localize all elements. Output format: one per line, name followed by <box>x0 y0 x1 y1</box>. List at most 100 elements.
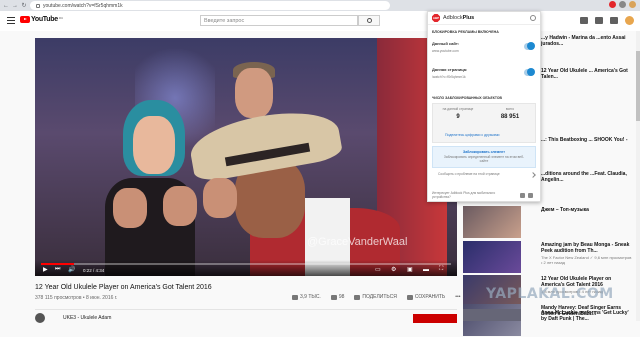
blocking-status: БЛОКИРОВКА РЕКЛАМЫ ВКЛЮЧЕНА <box>432 30 499 34</box>
like-count: 3,9 ТЫС. <box>300 294 321 300</box>
create-video-icon[interactable] <box>580 17 588 24</box>
save-label: СОХРАНИТЬ <box>414 294 446 300</box>
stat-total: всего 88 951 <box>485 107 535 120</box>
share-button[interactable]: ПОДЕЛИТЬСЯ <box>354 294 397 300</box>
video-thumbnail <box>463 241 521 273</box>
avatar[interactable] <box>625 16 634 25</box>
stat-on-page: на данной странице 9 <box>433 107 483 120</box>
list-item-title: 12 Year Old Ukulele ... America's Got Ta… <box>541 68 628 80</box>
back-icon[interactable]: ← <box>3 3 9 9</box>
this-page-value: /watch?v=fSr5qhmm1k <box>432 75 466 79</box>
url-text: youtube.com/watch?v=fSr5qhmm1k <box>43 2 123 9</box>
brand-prefix: Adblock <box>443 15 463 21</box>
miniplayer-icon[interactable]: ▣ <box>407 266 413 273</box>
dislike-count: 98 <box>338 294 345 300</box>
brand-suffix: Plus <box>462 15 475 21</box>
gear-icon[interactable] <box>530 15 536 21</box>
report-issue-link[interactable]: Сообщить о проблеме на этой странице <box>438 172 500 176</box>
person-hand <box>113 188 147 228</box>
thumb-down-icon <box>330 294 337 300</box>
thumb-up-icon <box>292 294 298 300</box>
save-icon <box>406 294 413 300</box>
share-label: ПОДЕЛИТЬСЯ <box>362 294 397 300</box>
profile-icon[interactable] <box>629 1 636 8</box>
list-item[interactable]: Amazing jam by Beau Monga - Sneak Peek a… <box>463 241 633 274</box>
google-play-icon[interactable] <box>528 193 533 198</box>
reload-icon[interactable]: ↻ <box>21 3 27 9</box>
mobile-promo: Интересует Adblock Plus для мобильного у… <box>432 191 496 199</box>
list-item-title: Anna McLuckie performs 'Get Lucky' by Da… <box>541 310 629 322</box>
forward-icon[interactable]: → <box>12 3 18 9</box>
page-toggle[interactable] <box>524 68 535 76</box>
player-controls: ▶ ⏭ 🔊 0:22 / 4:34 ▭ ⚙ ▣ ▬ ⛶ <box>35 260 457 276</box>
list-item[interactable]: Anna McLuckie performs 'Get Lucky' by Da… <box>463 309 633 322</box>
next-icon[interactable]: ⏭ <box>55 266 60 273</box>
youtube-header: YouTube RU Введите запрос <box>0 11 640 31</box>
youtube-logo[interactable]: YouTube RU <box>20 16 63 23</box>
apple-store-icon[interactable] <box>520 193 525 198</box>
fullscreen-icon[interactable]: ⛶ <box>439 266 443 273</box>
person-face <box>235 68 273 118</box>
site-toggle[interactable] <box>524 42 535 50</box>
menu-icon[interactable] <box>7 17 15 24</box>
channel-row: UKE3 - Ukulele Adam <box>35 309 457 323</box>
share-icon <box>354 294 361 300</box>
this-site-label: Данный сайт: <box>432 41 460 46</box>
video-player[interactable]: @GraceVanderWaal ▶ ⏭ 🔊 0:22 / 4:34 ▭ ⚙ ▣… <box>35 38 457 276</box>
save-button[interactable]: СОХРАНИТЬ <box>406 294 446 300</box>
blocked-count-header: ЧИСЛО ЗАБЛОКИРОВАННЫХ ОБЪЕКТОВ <box>432 96 502 100</box>
channel-avatar[interactable] <box>35 313 45 323</box>
block-element-button[interactable]: Заблокировать элемент Заблокировать опре… <box>432 146 536 168</box>
channel-name[interactable]: UKE3 - Ukulele Adam <box>63 315 111 321</box>
notifications-icon[interactable] <box>610 17 618 24</box>
share-stats-link[interactable]: Поделитесь цифрами с друзьями <box>445 133 499 137</box>
progress-bar[interactable] <box>41 263 451 265</box>
video-thumbnail <box>463 206 521 238</box>
extension-icon[interactable] <box>619 1 626 8</box>
person-hand <box>163 186 197 226</box>
stat-total-value: 88 951 <box>500 114 520 120</box>
extension-icons <box>609 1 636 8</box>
apps-icon[interactable] <box>595 17 603 24</box>
lock-icon <box>36 3 40 8</box>
person-face <box>133 116 175 174</box>
scrollbar-thumb[interactable] <box>636 51 640 121</box>
video-thumbnail <box>463 309 521 321</box>
adblock-extension-icon[interactable] <box>609 1 616 8</box>
stat-on-page-label: на данной странице <box>442 107 474 111</box>
stats-box: на данной странице 9 всего 88 951 Подели… <box>432 103 536 143</box>
popup-header: ABP AdblockPlus <box>428 12 540 25</box>
adblock-logo-icon: ABP <box>432 14 440 22</box>
theater-icon[interactable]: ▬ <box>423 267 429 273</box>
list-item-title: ...: This Beatboxing ... SHOOK You! - <box>541 137 628 143</box>
play-icon[interactable]: ▶ <box>43 266 48 273</box>
settings-icon[interactable]: ⚙ <box>391 266 396 273</box>
logo-text: YouTube <box>31 16 58 23</box>
site-watermark: YAPLAKAL.COM <box>486 286 614 302</box>
page-scrollbar[interactable] <box>636 31 640 321</box>
search-icon <box>367 18 372 23</box>
logo-region: RU <box>58 16 64 20</box>
subtitles-icon[interactable]: ▭ <box>375 266 381 273</box>
list-item-title: Amazing jam by Beau Monga - Sneak Peek a… <box>541 242 630 254</box>
search-input[interactable]: Введите запрос <box>200 15 358 26</box>
video-actions: 3,9 ТЫС. 98 ПОДЕЛИТЬСЯ СОХРАНИТЬ ••• <box>292 294 460 300</box>
address-bar[interactable]: youtube.com/watch?v=fSr5qhmm1k <box>30 1 390 10</box>
subscribe-button[interactable] <box>413 314 457 323</box>
adblock-popup: ABP AdblockPlus БЛОКИРОВКА РЕКЛАМЫ ВКЛЮЧ… <box>427 11 541 202</box>
list-item[interactable]: Джем – Топ-музыка <box>463 206 633 239</box>
more-button[interactable]: ••• <box>455 294 460 300</box>
list-item-title: ...y Hadwin - Marina da ...ento Assai ju… <box>541 35 626 47</box>
volume-icon[interactable]: 🔊 <box>68 266 75 273</box>
search-button[interactable] <box>358 15 380 26</box>
stat-on-page-value: 9 <box>456 114 460 120</box>
this-site-value: www.youtube.com <box>432 49 459 53</box>
like-button[interactable]: 3,9 ТЫС. <box>292 294 321 300</box>
block-element-title: Заблокировать элемент <box>463 150 505 154</box>
person-hand <box>203 178 237 218</box>
youtube-play-logo-icon <box>20 16 30 23</box>
header-icons <box>580 16 634 25</box>
view-count: 378 115 просмотров • 8 июн. 2016 г. <box>35 295 118 301</box>
video-watermark: @GraceVanderWaal <box>307 236 408 248</box>
dislike-button[interactable]: 98 <box>330 294 345 300</box>
